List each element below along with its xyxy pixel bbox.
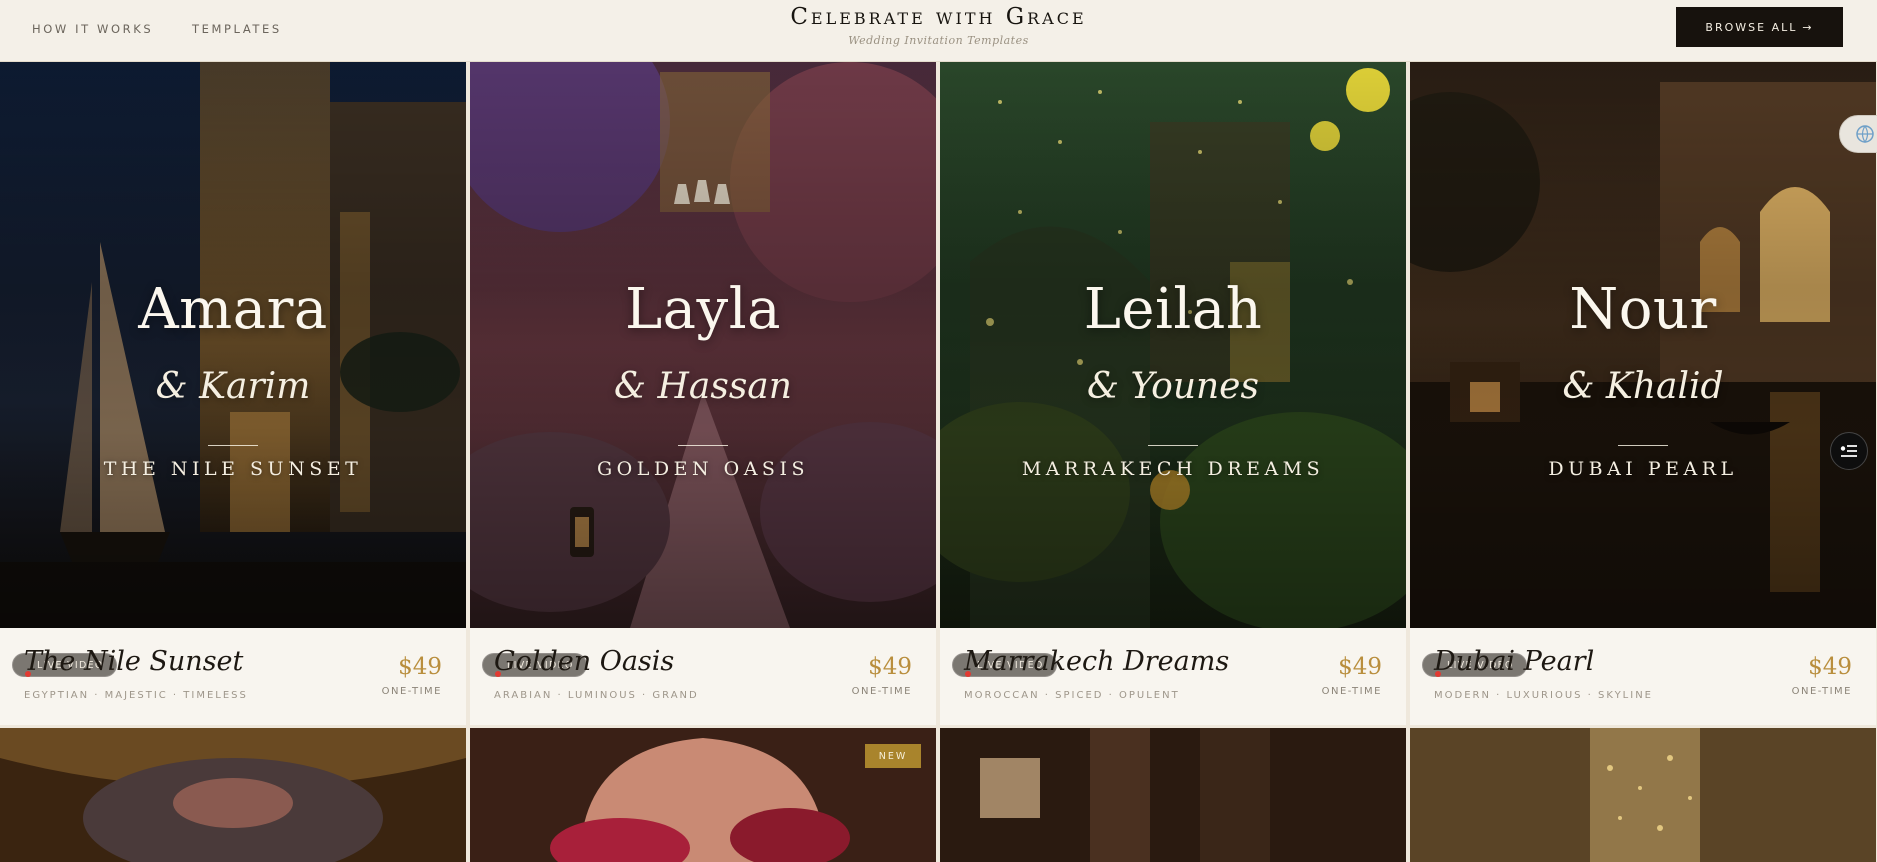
bride-name: Amara	[138, 277, 328, 342]
brand-title[interactable]: Celebrate with Grace	[0, 4, 1877, 30]
template-price: $49	[1808, 654, 1852, 680]
template-tags: Modern · Luxurious · Skyline	[1434, 690, 1653, 701]
golden-hall-scene	[1410, 728, 1876, 862]
groom-name: & Younes	[1087, 366, 1259, 407]
template-price: $49	[398, 654, 442, 680]
template-title[interactable]: Dubai Pearl	[1434, 646, 1594, 677]
price-note: One-time	[1791, 686, 1852, 697]
template-title[interactable]: Golden Oasis	[494, 646, 674, 677]
top-navigation-bar: How it works Templates Celebrate with Gr…	[0, 0, 1877, 62]
price-note: One-time	[851, 686, 912, 697]
template-preview-image[interactable]: Layla & Hassan Golden Oasis	[470, 62, 936, 628]
arrow-right-icon: →	[1802, 20, 1814, 34]
bride-name: Layla	[624, 277, 781, 342]
template-card-preview-5[interactable]	[0, 728, 466, 862]
theme-label: Dubai Pearl	[1548, 458, 1738, 480]
groom-name: & Hassan	[614, 366, 792, 407]
template-card-preview-6[interactable]: NEW	[470, 728, 936, 862]
template-card-nile-sunset[interactable]: Amara & Karim The Nile Sunset Live video…	[0, 62, 466, 725]
divider	[208, 445, 258, 446]
template-tags: Moroccan · Spiced · Opulent	[964, 690, 1180, 701]
price-note: One-time	[381, 686, 442, 697]
template-tags: Arabian · Luminous · Grand	[494, 690, 699, 701]
bride-name: Leilah	[1083, 277, 1263, 342]
browse-all-label: BROWSE ALL	[1705, 20, 1798, 34]
divider	[1618, 445, 1668, 446]
template-preview-image[interactable]: Amara & Karim The Nile Sunset	[0, 62, 466, 628]
groom-name: & Karim	[155, 366, 311, 407]
template-preview-image[interactable]: Leilah & Younes Marrakech Dreams	[940, 62, 1406, 628]
bride-name: Nour	[1569, 277, 1717, 342]
theme-label: Marrakech Dreams	[1021, 458, 1325, 480]
template-preview-image[interactable]: Nour & Khalid Dubai Pearl	[1410, 62, 1876, 628]
new-badge: NEW	[865, 744, 921, 768]
template-title[interactable]: The Nile Sunset	[24, 646, 243, 677]
template-card-preview-7[interactable]	[940, 728, 1406, 862]
template-card-preview-8[interactable]	[1410, 728, 1876, 862]
globe-icon[interactable]	[1839, 115, 1877, 153]
theme-label: The Nile Sunset	[103, 458, 363, 480]
brand-subtitle: Wedding Invitation Templates	[848, 34, 1029, 47]
template-title[interactable]: Marrakech Dreams	[964, 646, 1229, 677]
ornate-ceiling-scene	[0, 728, 466, 862]
price-note: One-time	[1321, 686, 1382, 697]
template-price: $49	[1338, 654, 1382, 680]
template-tags: Egyptian · Majestic · Timeless	[24, 690, 248, 701]
template-price: $49	[868, 654, 912, 680]
theme-label: Golden Oasis	[597, 458, 809, 480]
template-card-golden-oasis[interactable]: Layla & Hassan Golden Oasis Live video G…	[470, 62, 936, 725]
template-card-marrakech-dreams[interactable]: Leilah & Younes Marrakech Dreams Live vi…	[940, 62, 1406, 725]
template-card-dubai-pearl[interactable]: Nour & Khalid Dubai Pearl Live video Dub…	[1410, 62, 1876, 725]
divider	[1148, 445, 1198, 446]
groom-name: & Khalid	[1562, 366, 1724, 407]
temple-interior-scene	[940, 728, 1406, 862]
browse-all-button[interactable]: BROWSE ALL →	[1676, 7, 1843, 47]
filter-list-icon[interactable]	[1830, 432, 1868, 470]
divider	[678, 445, 728, 446]
